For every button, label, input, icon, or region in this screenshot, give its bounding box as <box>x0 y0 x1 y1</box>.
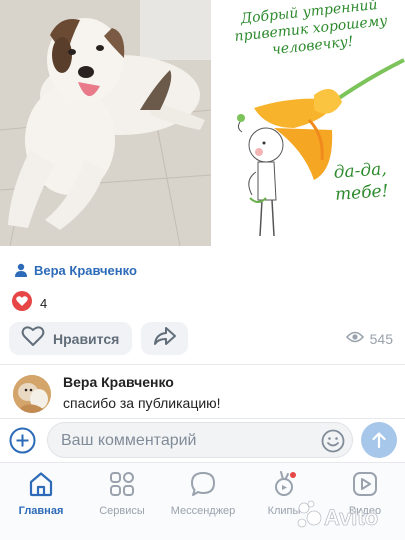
eye-icon <box>345 330 364 348</box>
post-screen: Добрый утренний приветик хорошему челове… <box>0 0 405 540</box>
svg-text:Avito: Avito <box>324 505 378 530</box>
share-button[interactable] <box>141 322 188 355</box>
like-button-label: Нравится <box>53 330 120 347</box>
comment-author[interactable]: Вера Кравченко <box>63 374 174 390</box>
post-photos: Добрый утренний приветик хорошему челове… <box>0 0 405 246</box>
heart-reaction-icon <box>12 291 32 316</box>
messenger-icon <box>191 472 215 496</box>
clips-notification-dot <box>290 472 296 478</box>
author-name[interactable]: Вера Кравченко <box>34 263 137 278</box>
avatar[interactable] <box>13 375 51 413</box>
tab-home-label: Главная <box>18 505 64 517</box>
video-icon <box>353 472 377 496</box>
dog-photo[interactable] <box>0 0 211 246</box>
comment-input[interactable]: Ваш комментарий <box>47 422 353 458</box>
comment-text: спасибо за публикацию! <box>63 395 221 411</box>
like-button[interactable]: Нравится <box>9 322 132 355</box>
comment-item: Вера Кравченко спасибо за публикацию! <box>13 374 393 416</box>
post-author[interactable]: Вера Кравченко <box>14 260 137 280</box>
tab-services[interactable]: Сервисы <box>82 469 162 517</box>
avito-watermark-logo: Avito <box>296 496 400 536</box>
arrow-up-icon <box>372 432 386 449</box>
add-attachment-button[interactable] <box>9 427 36 454</box>
like-count: 4 <box>40 296 48 311</box>
views-counter: 545 <box>345 330 393 348</box>
divider <box>0 364 405 365</box>
share-arrow-icon <box>153 326 177 351</box>
reply-text: да-да, тебе! <box>333 159 390 205</box>
home-icon <box>29 472 53 497</box>
comment-input-placeholder: Ваш комментарий <box>61 432 197 449</box>
heart-outline-icon <box>21 325 45 352</box>
send-button[interactable] <box>361 422 397 458</box>
person-icon <box>14 263 28 277</box>
tab-home[interactable]: Главная <box>1 469 81 517</box>
views-count: 545 <box>369 331 393 347</box>
services-icon <box>110 472 134 496</box>
emoji-icon[interactable] <box>321 429 345 453</box>
tab-messenger-label: Мессенджер <box>170 505 236 517</box>
tab-messenger[interactable]: Мессенджер <box>163 469 243 517</box>
reactions-summary[interactable]: 4 <box>12 291 47 316</box>
plus-circle-icon <box>9 427 36 454</box>
comment-composer: Ваш комментарий <box>0 418 405 461</box>
greeting-card-image[interactable]: Добрый утренний приветик хорошему челове… <box>214 0 405 246</box>
tab-services-label: Сервисы <box>99 505 145 517</box>
